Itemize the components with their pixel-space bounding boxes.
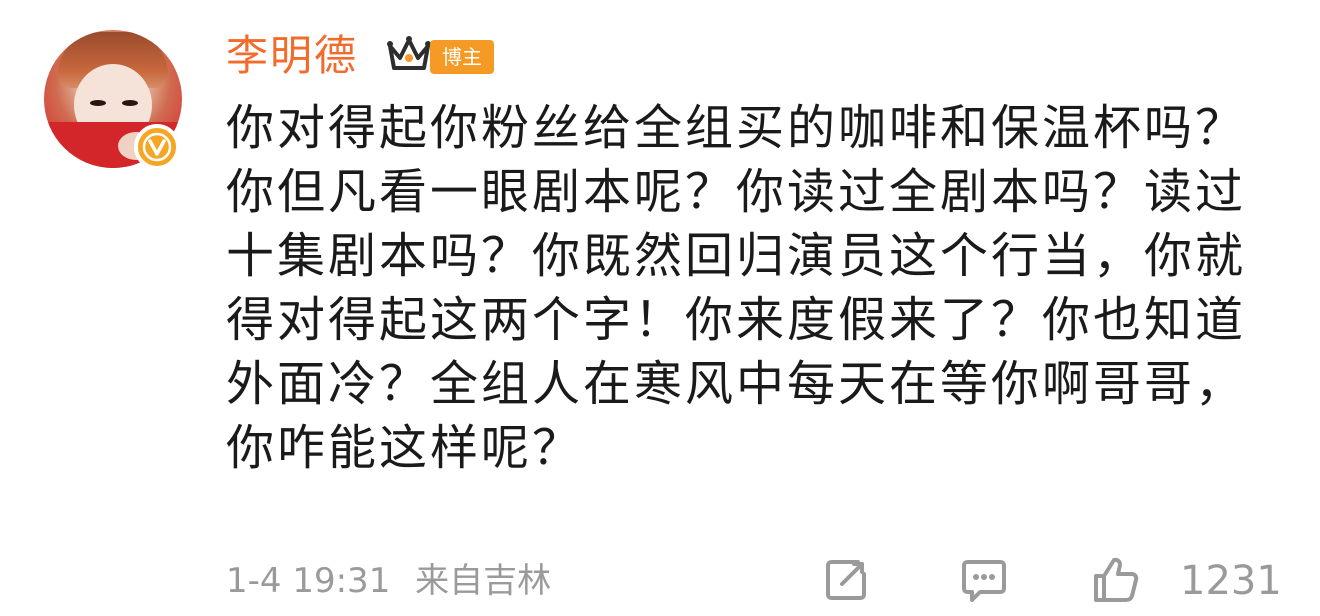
comment-text: 你对得起你粉丝给全组买的咖啡和保温杯吗？你但凡看一眼剧本呢？你读过全剧本吗？读过… xyxy=(226,100,1247,476)
like-thumb-icon[interactable] xyxy=(1090,554,1142,606)
avatar-eye-left xyxy=(90,100,106,106)
reply-comment-icon[interactable] xyxy=(958,554,1010,606)
share-edit-icon[interactable] xyxy=(820,554,872,606)
username[interactable]: 李明德 xyxy=(226,26,358,86)
crown-icon xyxy=(387,36,431,70)
avatar-eye-right xyxy=(122,100,138,106)
comment-meta: 1-4 19:31 来自吉林 xyxy=(226,556,551,606)
verified-v-icon xyxy=(134,124,180,170)
comment-time: 1-4 19:31 xyxy=(226,561,391,601)
like-count: 1231 xyxy=(1180,558,1282,604)
blogger-badge: 博主 xyxy=(430,40,494,74)
comment-card: 李明德 博主 你对得起你粉丝给全组买的咖啡和保温杯吗？你但凡看一眼剧本呢？你读过… xyxy=(0,0,1320,616)
comment-source: 来自吉林 xyxy=(415,561,552,601)
